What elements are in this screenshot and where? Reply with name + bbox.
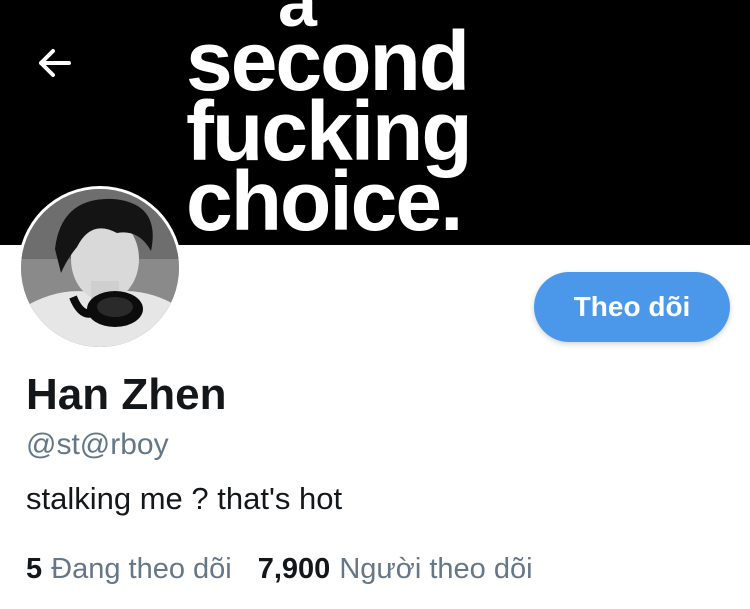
followers-label: Người theo dõi [339,553,533,585]
follow-button[interactable]: Theo dõi [534,272,730,342]
banner-line: choice. [186,154,463,245]
profile-bio: stalking me ? that's hot [26,481,343,516]
banner-text: a second fucking choice. [186,0,473,245]
avatar-image [21,189,179,347]
followers-count: 7,900 [257,553,331,585]
profile-handle: @st@rboy [26,428,169,461]
profile-name: Han Zhen [26,370,227,419]
following-count: 5 [26,553,43,585]
following-stat[interactable]: 5 Đang theo dõi [26,553,232,586]
avatar-photo [21,189,179,347]
followers-stat[interactable]: 7,900 Người theo dõi [258,553,533,586]
avatar[interactable] [18,186,182,350]
profile-stats: 5 Đang theo dõi 7,900 Người theo dõi [26,553,533,586]
arrow-left-icon [39,49,71,77]
back-button[interactable] [22,34,88,92]
following-label: Đang theo dõi [51,553,232,585]
